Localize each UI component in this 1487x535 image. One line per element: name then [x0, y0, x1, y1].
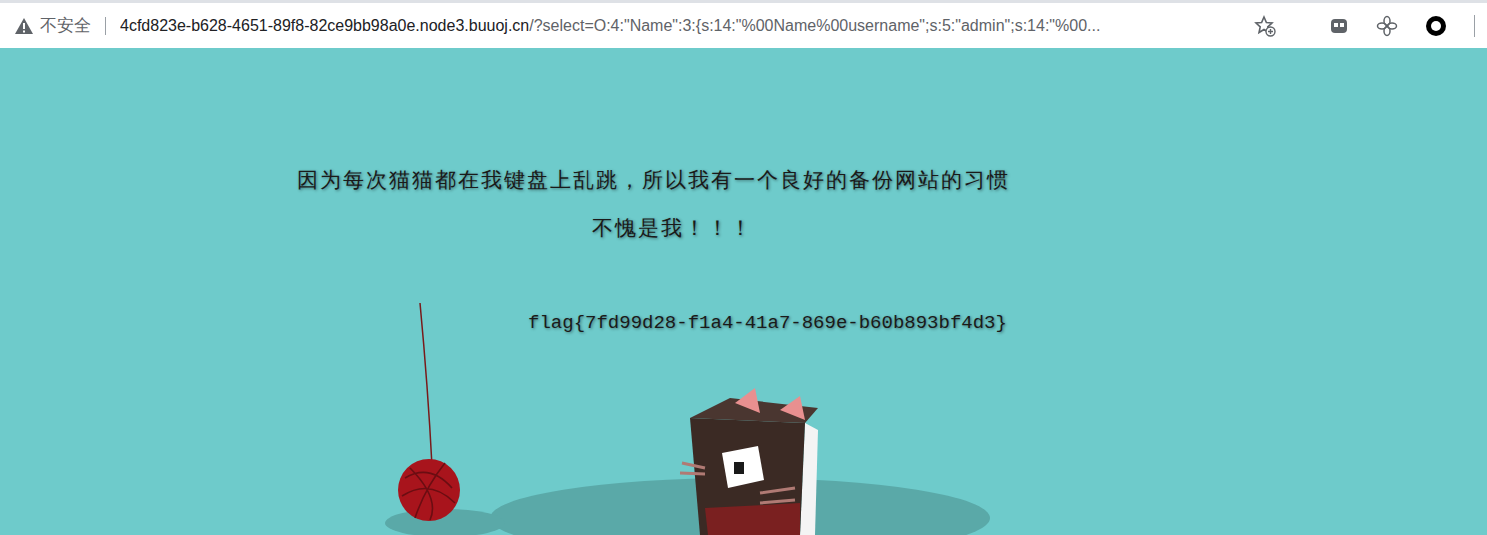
cat-illustration — [0, 48, 1487, 535]
url-host: 4cfd823e-b628-4651-89f8-82ce9bb98a0e.nod… — [120, 17, 529, 34]
warning-icon[interactable] — [14, 16, 34, 36]
url-path: /?select=O:4:"Name":3:{s:14:"%00Name%00u… — [529, 17, 1100, 34]
url-text[interactable]: 4cfd823e-b628-4651-89f8-82ce9bb98a0e.nod… — [120, 17, 1240, 35]
message-line: 不愧是我！！！ — [592, 214, 895, 242]
profile-icon[interactable] — [1424, 14, 1448, 38]
page-content: 因为每次猫猫都在我键盘上乱跳，所以我有一个良好的备份网站的习惯不愧是我！！！ fl… — [0, 48, 1487, 535]
url-field[interactable]: 不安全 4cfd823e-b628-4651-89f8-82ce9bb98a0e.… — [6, 8, 1288, 44]
separator — [105, 17, 106, 35]
yarn-string — [420, 303, 432, 466]
extension-icon[interactable] — [1328, 15, 1350, 37]
yarn-icon — [398, 459, 460, 521]
cat-icon — [680, 388, 818, 535]
address-bar: 不安全 4cfd823e-b628-4651-89f8-82ce9bb98a0e.… — [0, 0, 1487, 48]
message-line: 因为每次猫猫都在我键盘上乱跳，所以我有一个良好的备份网站的习惯 — [297, 166, 1190, 194]
message: 因为每次猫猫都在我键盘上乱跳，所以我有一个良好的备份网站的习惯不愧是我！！！ fl… — [0, 48, 1487, 337]
security-label[interactable]: 不安全 — [40, 14, 91, 37]
flag-text: flag{7fd99d28-f1a4-41a7-869e-b60b893bf4d… — [480, 309, 1007, 337]
separator — [1474, 15, 1475, 37]
star-add-icon[interactable] — [1254, 15, 1276, 37]
flower-icon[interactable] — [1376, 15, 1398, 37]
extensions — [1298, 14, 1479, 38]
browser-window: 不安全 4cfd823e-b628-4651-89f8-82ce9bb98a0e.… — [0, 0, 1487, 535]
